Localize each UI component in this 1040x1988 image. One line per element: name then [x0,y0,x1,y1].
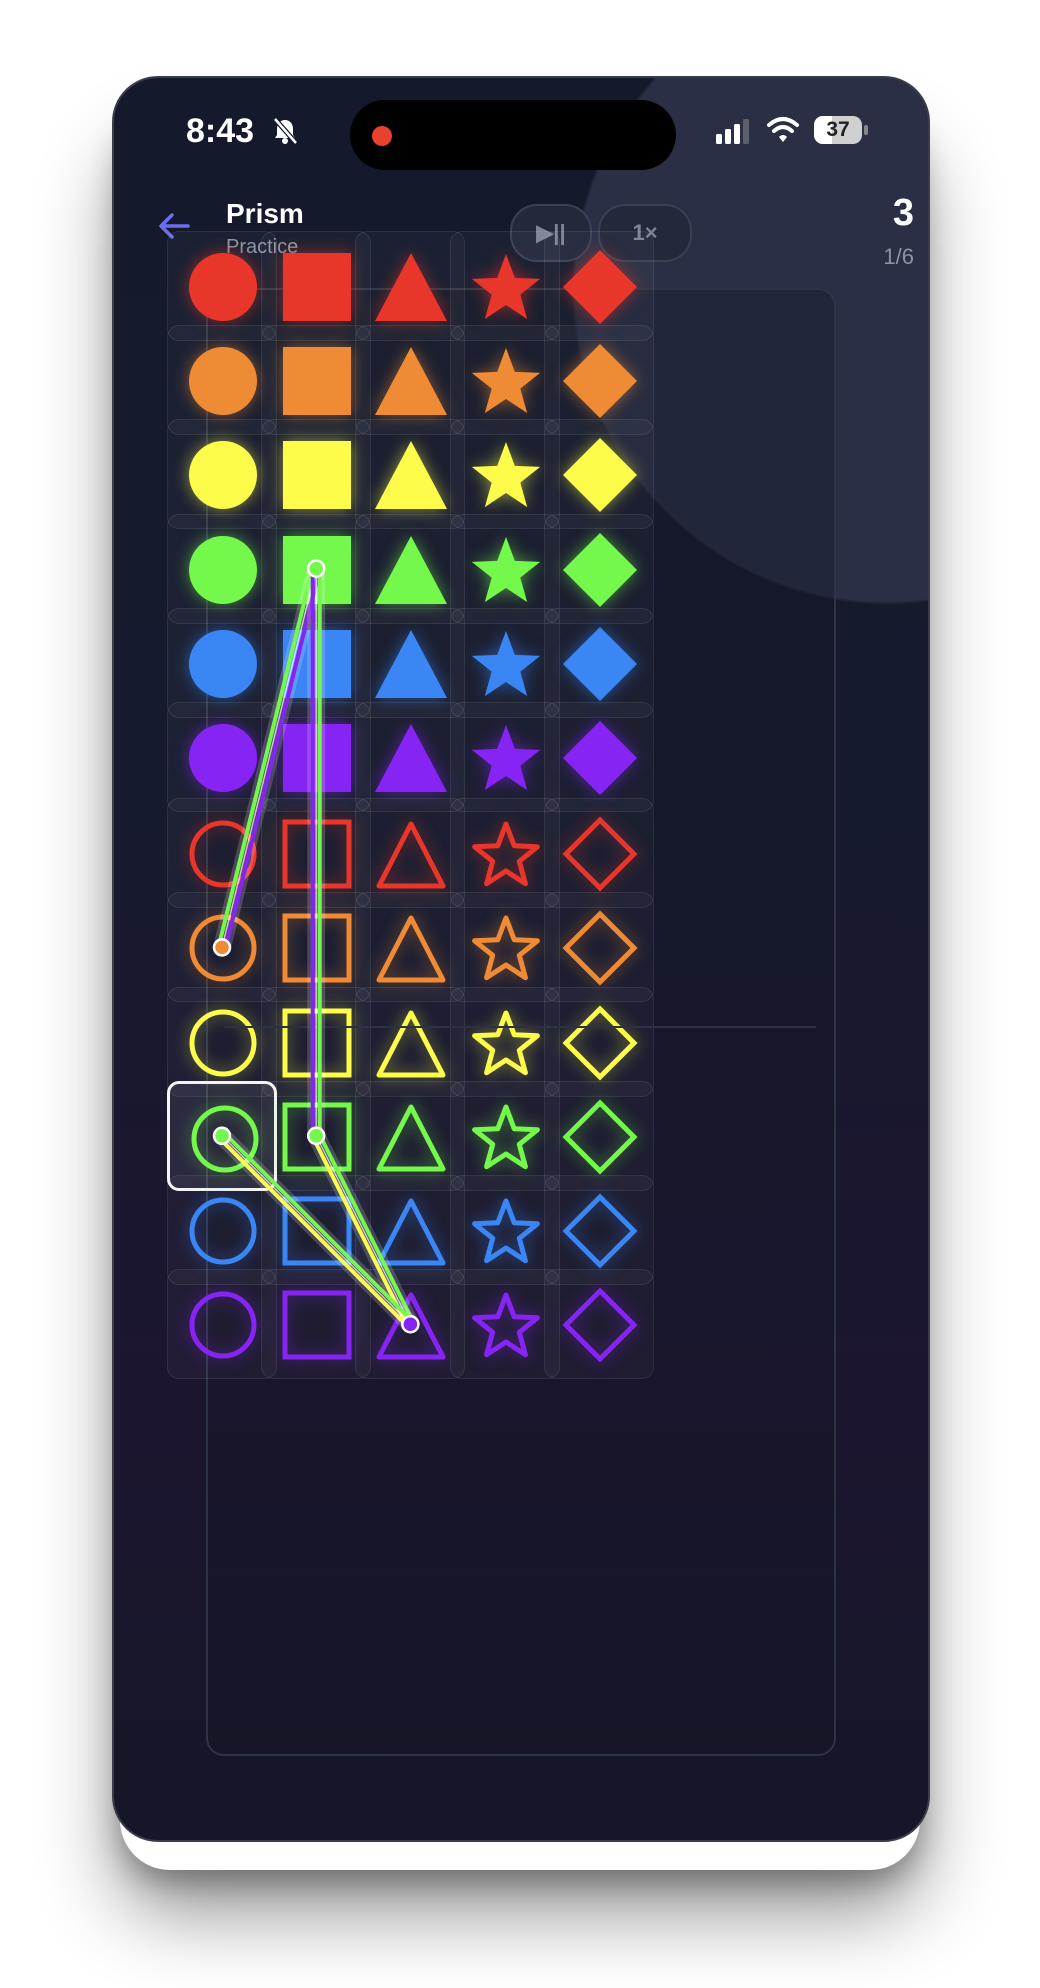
score: 3 [892,192,914,234]
diamond-icon [562,1099,638,1175]
cell-orange-diamond-outline[interactable] [543,892,654,1003]
triangle-icon [375,724,448,792]
board-divider [224,1026,816,1028]
recording-dot [372,126,392,146]
circle-icon [189,347,257,416]
cell-purple-diamond-filled[interactable] [543,702,654,812]
bell-muted-icon [273,117,298,145]
triangle-icon [376,1198,446,1266]
diamond-icon [562,438,637,513]
triangle-icon [376,1104,446,1172]
square-icon [283,535,352,604]
diamond-icon [562,250,637,324]
triangle-icon [375,629,448,698]
square-icon [282,913,352,983]
diamond-icon [562,1193,638,1269]
diamond-icon [562,721,637,795]
diamond-icon [562,910,638,986]
star-icon [471,1292,540,1358]
triangle-icon [375,253,448,321]
cell-purple-diamond-outline[interactable] [543,1269,654,1380]
circle-icon [189,441,257,510]
square-icon [283,629,352,698]
diamond-icon [562,532,637,607]
status-time: 8:43 [186,112,255,150]
square-icon [283,253,352,321]
cell-yellow-triangle-filled[interactable] [355,419,466,530]
star-icon [471,630,540,696]
star-icon [471,254,540,320]
triangle-icon [375,347,448,416]
star-icon [471,915,540,981]
circle-icon [189,1197,257,1265]
dynamic-island [350,100,676,170]
star-icon [471,1198,540,1264]
page-title: Prism [226,198,304,229]
triangle-icon [375,441,448,510]
square-icon [282,819,352,889]
circle-icon [189,914,257,982]
square-icon [283,724,352,792]
circle-icon [189,535,257,604]
star-icon [471,536,540,602]
cell-purple-triangle-filled[interactable] [355,702,466,812]
circle-icon [191,1105,259,1173]
triangle-icon [376,1010,446,1078]
square-icon [282,1008,352,1078]
star-icon [471,821,540,887]
triangle-icon [376,915,446,983]
circle-icon [189,1009,257,1077]
cellular-signal-icon [716,119,749,144]
diamond-icon [562,626,637,701]
battery-icon: 37 [814,116,868,144]
triangle-icon [375,535,448,604]
circle-icon [189,724,257,792]
square-icon [282,1290,352,1360]
diamond-icon [562,816,638,892]
triangle-icon [376,821,446,889]
star-icon [471,725,540,791]
star-icon [471,442,540,508]
diamond-icon [562,1005,638,1081]
square-icon [283,441,352,510]
star-icon [471,348,540,414]
cell-yellow-diamond-filled[interactable] [543,419,654,530]
circle-icon [189,1291,257,1359]
level-progress: 1/6 [883,244,914,269]
cell-orange-triangle-outline[interactable] [355,892,466,1003]
circle-icon [189,629,257,698]
battery-level: 37 [826,118,850,141]
phone-screen: 8:43 37 Prism Practice ▶|| 1× 3 1/6 [112,76,930,1842]
cell-purple-triangle-outline[interactable] [355,1269,466,1380]
star-icon [471,1010,540,1075]
triangle-icon [376,1292,446,1360]
diamond-icon [562,1287,638,1363]
star-icon [471,1104,540,1169]
circle-icon [189,253,257,321]
square-icon [282,1196,352,1266]
wifi-icon [767,117,799,142]
circle-icon [189,820,257,888]
diamond-icon [562,344,637,419]
square-icon [282,1102,352,1172]
square-icon [283,347,352,416]
